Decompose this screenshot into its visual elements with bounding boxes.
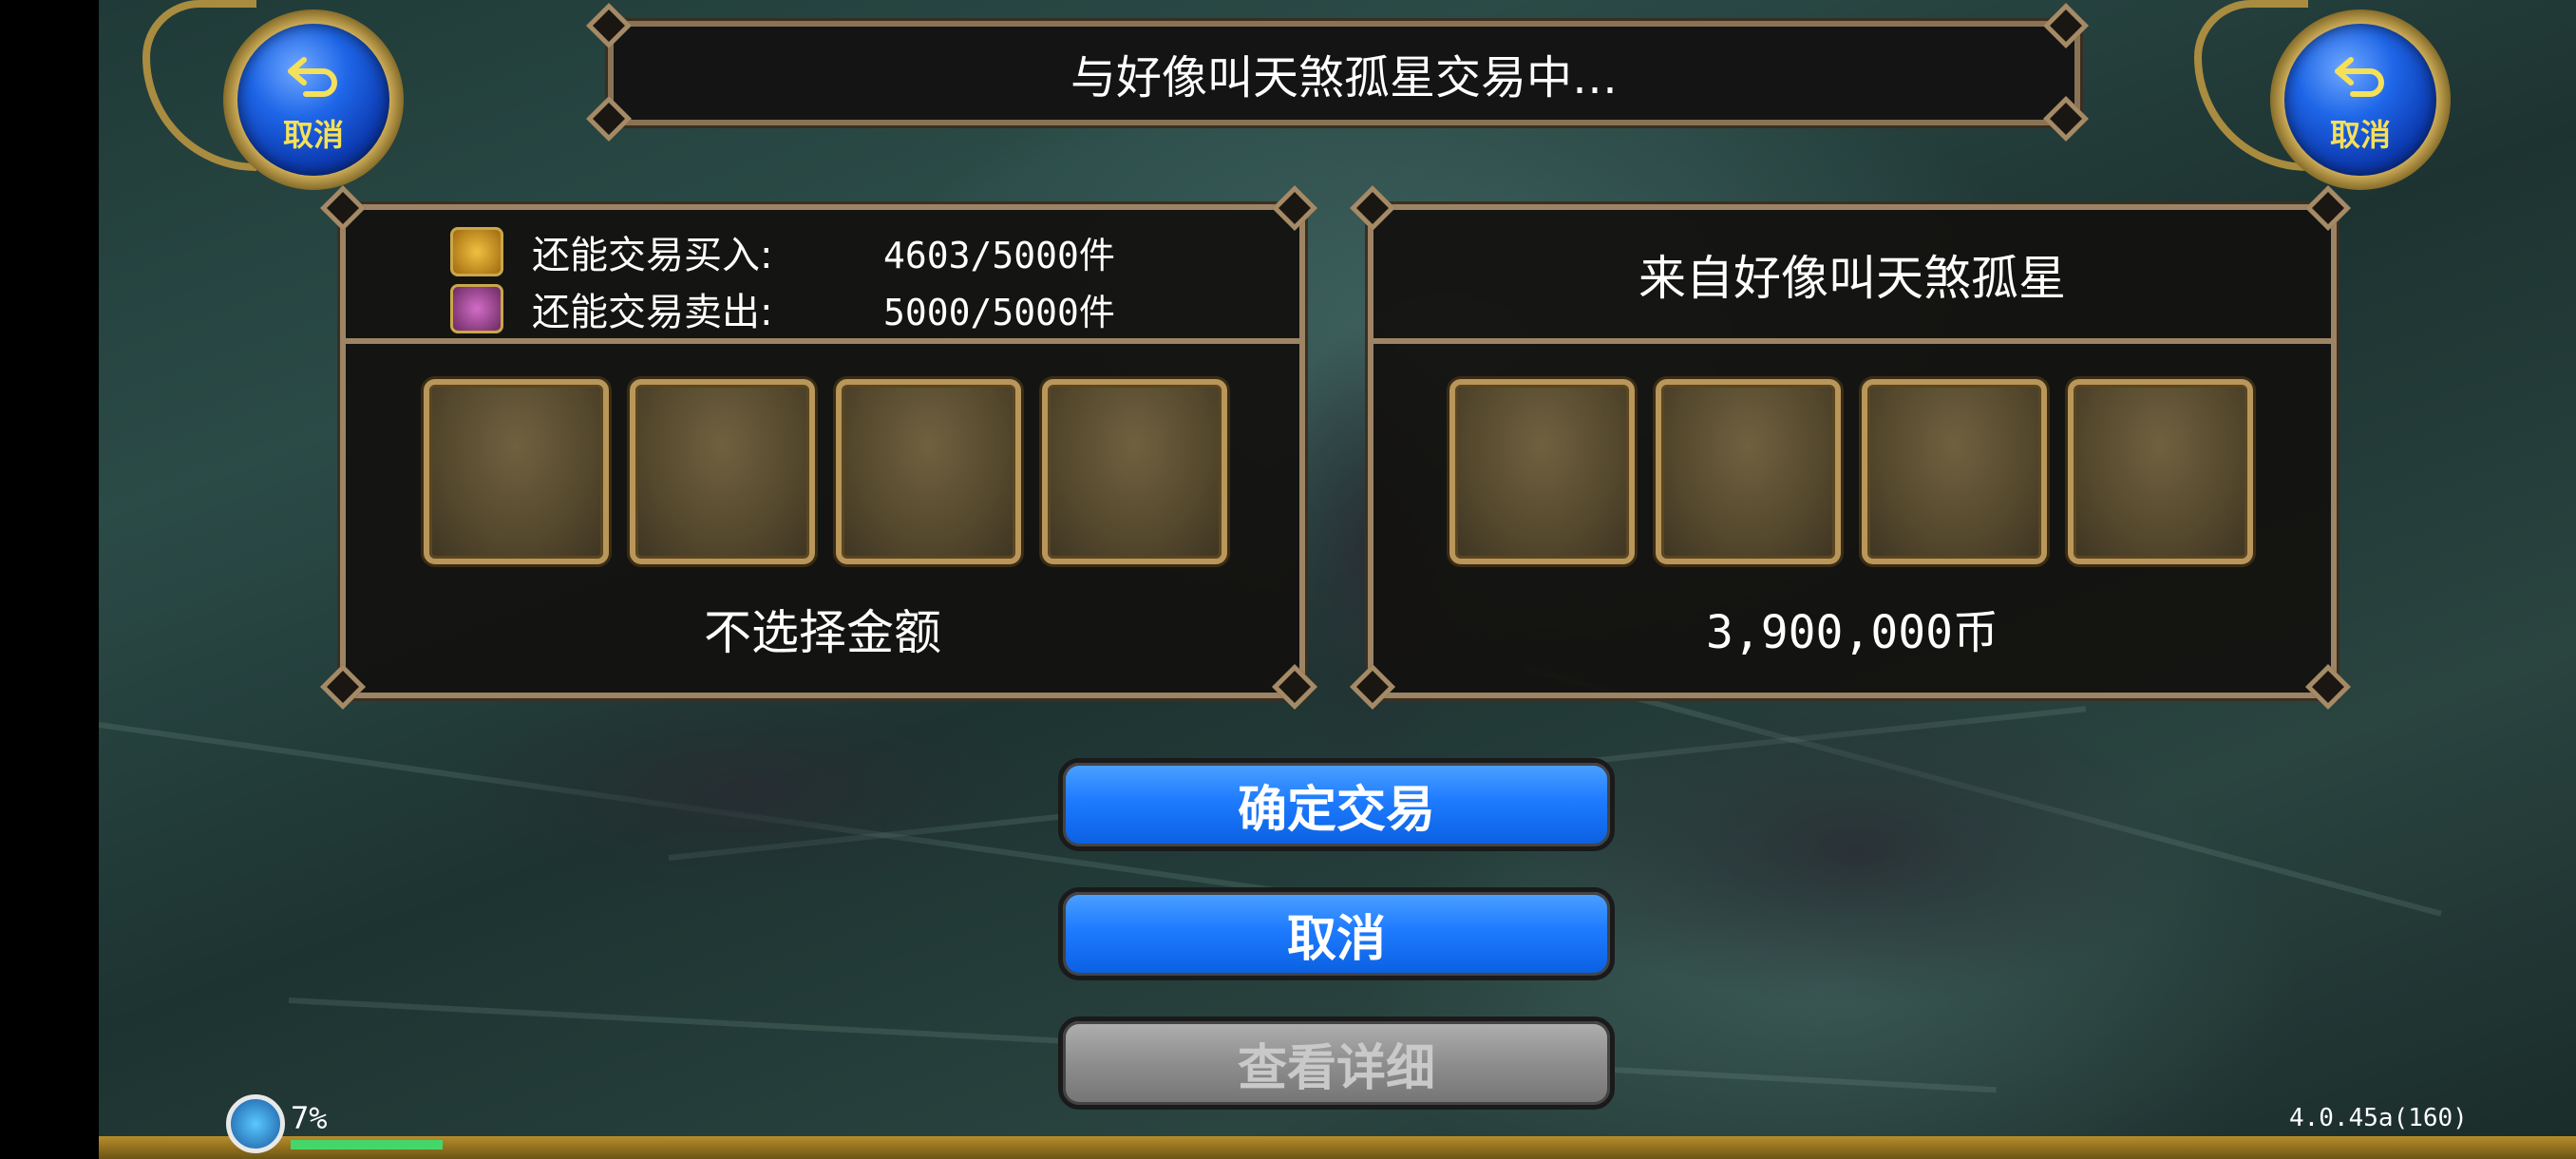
cancel-trade-button[interactable]: 取消	[1058, 887, 1615, 980]
confirm-trade-button[interactable]: 确定交易	[1058, 758, 1615, 851]
loading-orb-icon	[226, 1094, 285, 1153]
partner-offer-title: 来自好像叫天煞孤星	[1638, 250, 2066, 306]
partner-offer-panel: 来自好像叫天煞孤星 3,900,000币	[1365, 201, 2339, 701]
corner-cancel-label: 取消	[2329, 117, 2391, 153]
corner-cancel-right[interactable]: 取消	[2194, 0, 2536, 200]
item-slot[interactable]	[1042, 379, 1227, 564]
cancel-orb-button[interactable]: 取消	[237, 24, 389, 176]
version-label: 4.0.45a(160)	[2289, 1104, 2468, 1132]
corner-cancel-label: 取消	[282, 117, 344, 153]
trade-limits: 还能交易买入: 4603/5000件 还能交易卖出: 5000/5000件	[450, 223, 1115, 337]
buy-limit-value: 4603/5000件	[883, 234, 1115, 276]
view-details-button[interactable]: 查看详细	[1058, 1016, 1615, 1110]
panel-divider	[1373, 338, 2331, 344]
my-amount-select[interactable]: 不选择金额	[346, 595, 1299, 663]
trade-title-banner: 与好像叫天煞孤星交易中…	[605, 18, 2083, 128]
return-arrow-icon	[2335, 57, 2384, 97]
sell-limit-value: 5000/5000件	[883, 291, 1115, 333]
item-slot[interactable]	[836, 379, 1021, 564]
buy-limit-label: 还能交易买入:	[532, 234, 773, 277]
bottom-hud-bar	[99, 1136, 2576, 1159]
panel-divider	[346, 338, 1299, 344]
partner-item-slots	[1449, 379, 2253, 564]
cancel-orb-button[interactable]: 取消	[2284, 24, 2436, 176]
partner-amount: 3,900,000币	[1705, 606, 1999, 659]
trade-title: 与好像叫天煞孤星交易中…	[1070, 51, 1618, 104]
loading-percent: 7%	[291, 1100, 328, 1136]
my-offer-panel: 还能交易买入: 4603/5000件 还能交易卖出: 5000/5000件 不选…	[337, 201, 1308, 701]
item-slot[interactable]	[1449, 379, 1635, 564]
sell-limit-row: 还能交易卖出: 5000/5000件	[450, 280, 1115, 337]
treasure-chest-icon	[450, 227, 503, 276]
corner-cancel-left[interactable]: 取消	[142, 0, 484, 200]
item-slot[interactable]	[424, 379, 609, 564]
left-letterbox	[0, 0, 99, 1159]
item-slot[interactable]	[1656, 379, 1841, 564]
buy-limit-row: 还能交易买入: 4603/5000件	[450, 223, 1115, 280]
return-arrow-icon	[288, 57, 337, 97]
monster-silhouette	[1524, 694, 2188, 1007]
loading-progress-fill	[291, 1140, 443, 1150]
monster-silhouette	[460, 684, 1030, 893]
item-slot[interactable]	[2068, 379, 2253, 564]
item-slot[interactable]	[630, 379, 815, 564]
merchant-card-icon	[450, 284, 503, 333]
sell-limit-label: 还能交易卖出:	[532, 291, 773, 334]
item-slot[interactable]	[1862, 379, 2047, 564]
my-item-slots	[424, 379, 1227, 564]
